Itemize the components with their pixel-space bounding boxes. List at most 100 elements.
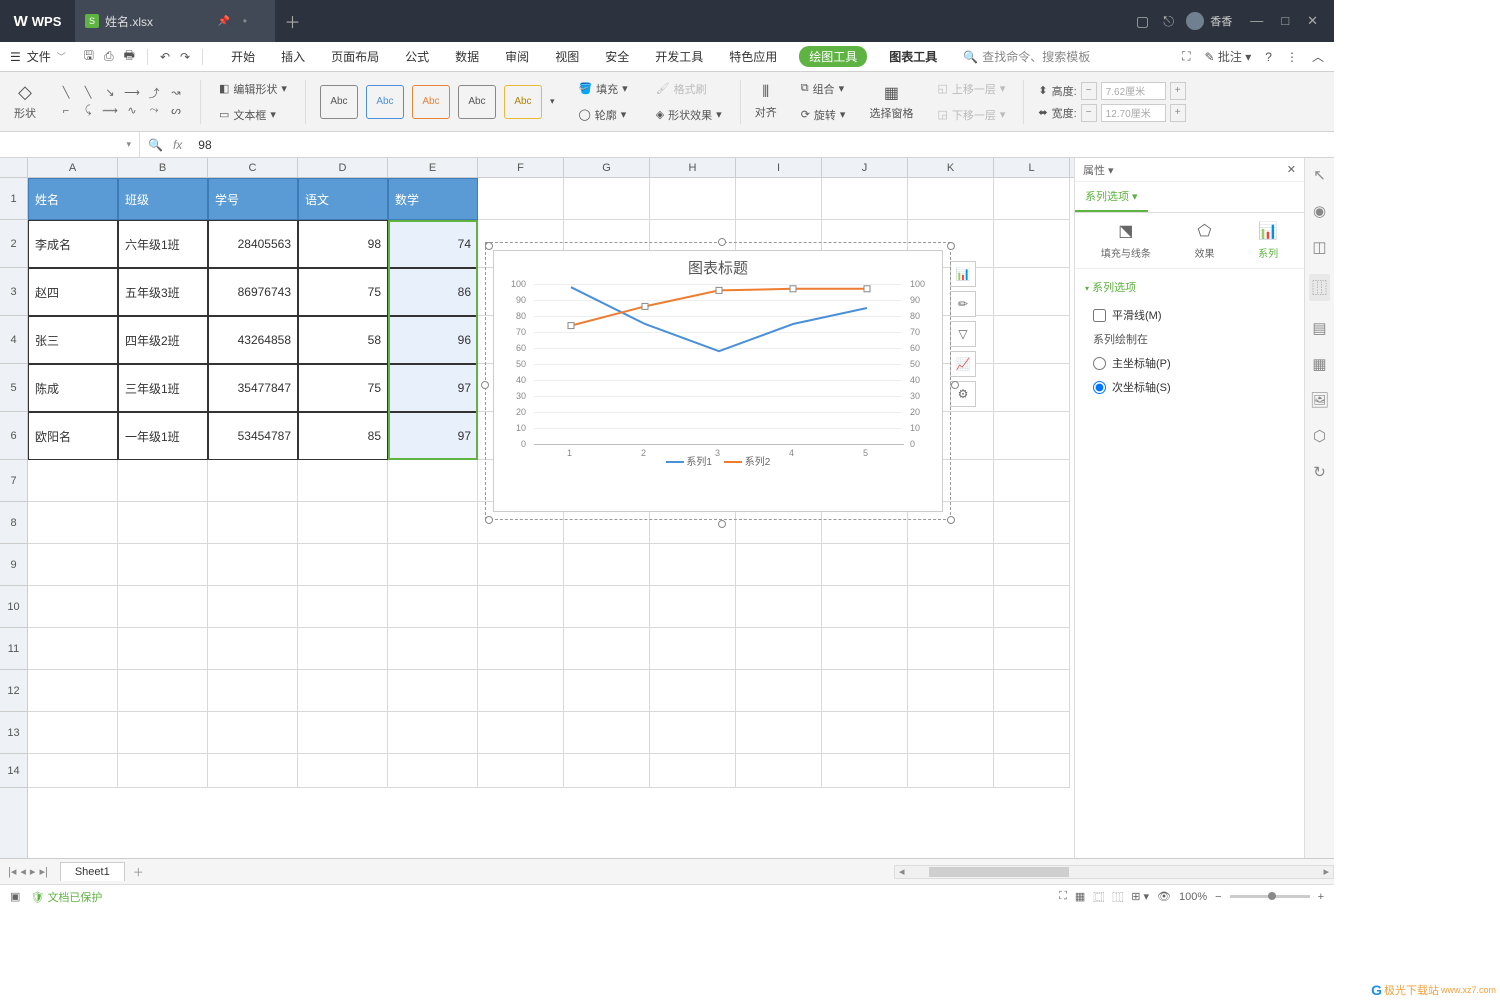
titlebar-icon-2[interactable]: ⎋ xyxy=(1163,13,1174,30)
header-cell[interactable]: 语文 xyxy=(298,178,388,220)
data-cell[interactable]: 85 xyxy=(298,412,388,460)
tab-draw-tools[interactable]: 绘图工具 xyxy=(799,46,867,67)
style-5[interactable]: Abc xyxy=(504,85,542,119)
horizontal-scrollbar[interactable]: ◂ ▸ xyxy=(894,865,1334,879)
sheet-tab-1[interactable]: Sheet1 xyxy=(60,862,125,881)
tab-menu-icon[interactable]: • xyxy=(243,14,247,28)
tab-feature[interactable]: 特色应用 xyxy=(725,46,781,67)
row-header-12[interactable]: 12 xyxy=(0,670,27,712)
resize-handle[interactable] xyxy=(718,520,726,528)
wps-logo[interactable]: WWPS xyxy=(0,13,75,30)
view-2-icon[interactable]: ⿲ xyxy=(1112,889,1123,905)
row-header-5[interactable]: 5 xyxy=(0,364,27,412)
print-icon[interactable]: ⎙ xyxy=(104,49,114,64)
save-icon[interactable]: 🖫 xyxy=(84,46,94,67)
sheet-next[interactable]: ▸ xyxy=(30,865,36,878)
height-input[interactable] xyxy=(1101,82,1166,100)
data-cell[interactable]: 97 xyxy=(388,364,478,412)
col-header-H[interactable]: H xyxy=(650,158,736,177)
text-box-button[interactable]: ▭文本框 ▾ xyxy=(215,105,280,125)
sidebar-icon-3[interactable]: ◫ xyxy=(1312,238,1326,256)
style-4[interactable]: Abc xyxy=(458,85,496,119)
close-button[interactable]: ✕ xyxy=(1307,13,1318,29)
edit-shape-button[interactable]: ◧编辑形状 ▾ xyxy=(215,79,291,99)
header-cell[interactable]: 数学 xyxy=(388,178,478,220)
col-header-I[interactable]: I xyxy=(736,158,822,177)
add-sheet-button[interactable]: ＋ xyxy=(125,864,152,880)
tab-dev[interactable]: 开发工具 xyxy=(651,46,707,67)
col-header-J[interactable]: J xyxy=(822,158,908,177)
view-3-icon[interactable]: ⊞ ▾ xyxy=(1131,890,1149,903)
style-2[interactable]: Abc xyxy=(366,85,404,119)
width-plus[interactable]: + xyxy=(1170,104,1186,122)
formula-input[interactable]: 98 xyxy=(190,138,219,152)
style-more[interactable]: ▾ xyxy=(550,96,555,107)
file-menu[interactable]: 文件 xyxy=(27,48,51,65)
status-icon[interactable]: ▣ xyxy=(10,890,20,903)
col-header-D[interactable]: D xyxy=(298,158,388,177)
data-cell[interactable]: 86 xyxy=(388,268,478,316)
data-cell[interactable]: 六年级1班 xyxy=(118,220,208,268)
data-cell[interactable]: 三年级1班 xyxy=(118,364,208,412)
data-cell[interactable]: 74 xyxy=(388,220,478,268)
align-button[interactable]: ⫴对齐 xyxy=(755,84,777,120)
sidebar-icon-9[interactable]: ↻ xyxy=(1313,463,1326,481)
data-cell[interactable]: 五年级3班 xyxy=(118,268,208,316)
width-minus[interactable]: − xyxy=(1081,104,1097,122)
menu-icon[interactable]: ☰ xyxy=(10,50,21,64)
comment-button[interactable]: ✎ 批注 ▾ xyxy=(1205,48,1252,65)
line-shapes[interactable]: ╲╲↘⟶⤴↝ ⌐⤹⟿∿⤳ᔕ xyxy=(56,85,186,119)
data-cell[interactable]: 四年级2班 xyxy=(118,316,208,364)
data-cell[interactable]: 35477847 xyxy=(208,364,298,412)
sidebar-icon-8[interactable]: ⬡ xyxy=(1313,427,1326,445)
data-cell[interactable]: 75 xyxy=(298,268,388,316)
tab-security[interactable]: 安全 xyxy=(601,46,633,67)
shape-button[interactable]: ◇ 形状 xyxy=(14,82,36,121)
resize-handle[interactable] xyxy=(947,516,955,524)
col-header-G[interactable]: G xyxy=(564,158,650,177)
embedded-chart[interactable]: 图表标题001010202030304040505060607070808090… xyxy=(493,250,943,512)
section-series-options[interactable]: ▾ 系列选项 xyxy=(1085,279,1294,295)
col-header-F[interactable]: F xyxy=(478,158,564,177)
panel-close-icon[interactable]: ✕ xyxy=(1287,163,1296,176)
view-page-icon[interactable]: ⿴ xyxy=(1093,889,1104,905)
expand-icon[interactable]: ⛶ xyxy=(1182,49,1190,64)
sidebar-icon-4[interactable]: ⿲ xyxy=(1309,274,1330,301)
chart-side-btn-2[interactable]: ▽ xyxy=(950,321,976,347)
tab-formula[interactable]: 公式 xyxy=(401,46,433,67)
subtab-effect[interactable]: ⬠效果 xyxy=(1194,221,1214,260)
row-header-1[interactable]: 1 xyxy=(0,178,27,220)
data-cell[interactable]: 欧阳名 xyxy=(28,412,118,460)
chart-side-btn-0[interactable]: 📊 xyxy=(950,261,976,287)
subtab-series[interactable]: 📊系列 xyxy=(1258,221,1278,260)
titlebar-icon-1[interactable]: ▢ xyxy=(1136,13,1149,30)
secondary-radio[interactable] xyxy=(1093,381,1106,394)
cell-grid[interactable]: 姓名班级学号语文数学李成名六年级1班284055639874赵四五年级3班869… xyxy=(28,178,1074,858)
chart-title[interactable]: 图表标题 xyxy=(494,251,942,284)
col-header-E[interactable]: E xyxy=(388,158,478,177)
undo-icon[interactable]: ↶ xyxy=(160,50,170,64)
col-header-A[interactable]: A xyxy=(28,158,118,177)
data-cell[interactable]: 一年级1班 xyxy=(118,412,208,460)
fill-button[interactable]: 🪣填充 ▾ xyxy=(574,79,631,99)
print-preview-icon[interactable]: 🖶 xyxy=(124,46,135,67)
sheet-last[interactable]: ▸| xyxy=(39,865,47,878)
row-header-4[interactable]: 4 xyxy=(0,316,27,364)
data-cell[interactable]: 53454787 xyxy=(208,412,298,460)
resize-handle[interactable] xyxy=(718,238,726,246)
header-cell[interactable]: 姓名 xyxy=(28,178,118,220)
resize-handle[interactable] xyxy=(951,381,959,389)
redo-icon[interactable]: ↷ xyxy=(180,50,190,64)
help-icon[interactable]: ? xyxy=(1265,50,1272,64)
height-plus[interactable]: + xyxy=(1170,82,1186,100)
sidebar-icon-7[interactable]: 🖼 xyxy=(1310,391,1329,409)
primary-axis-option[interactable]: 主坐标轴(P) xyxy=(1085,351,1294,375)
smooth-option[interactable]: 平滑线(M) xyxy=(1085,303,1294,327)
row-header-6[interactable]: 6 xyxy=(0,412,27,460)
zoom-value[interactable]: 100% xyxy=(1179,891,1207,903)
zoom-in[interactable]: + xyxy=(1318,891,1324,903)
col-header-K[interactable]: K xyxy=(908,158,994,177)
data-cell[interactable]: 28405563 xyxy=(208,220,298,268)
header-cell[interactable]: 班级 xyxy=(118,178,208,220)
zoom-slider[interactable] xyxy=(1230,895,1310,898)
